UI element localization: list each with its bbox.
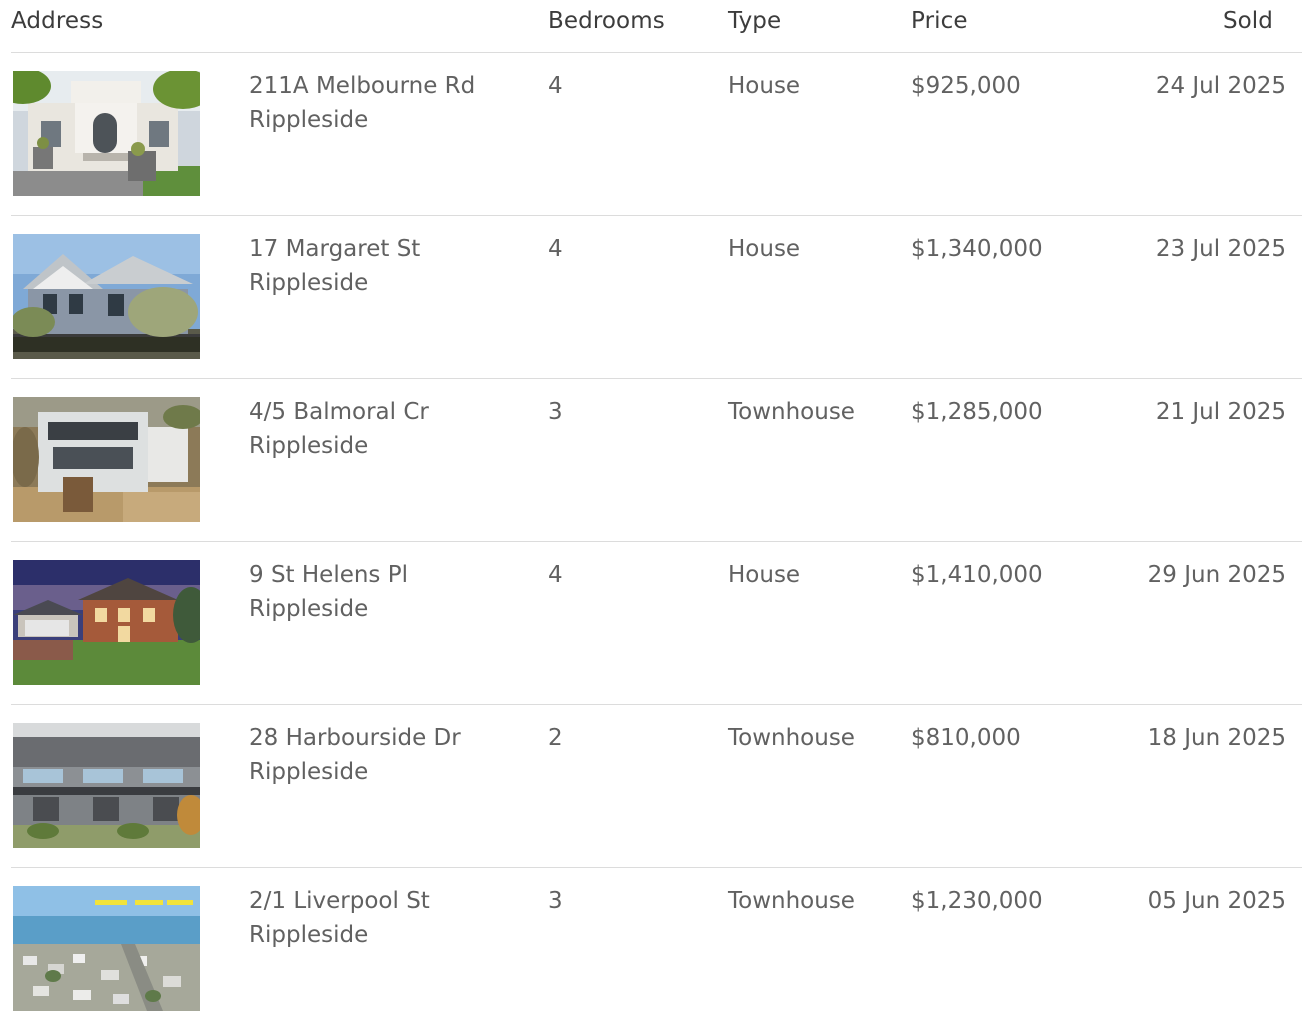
type-value: Townhouse: [728, 725, 855, 751]
column-header-price[interactable]: Price: [911, 8, 968, 34]
street-address[interactable]: 211A Melbourne Rd: [249, 69, 479, 103]
property-photo[interactable]: [13, 397, 200, 522]
bedrooms-value: 3: [548, 399, 563, 425]
address-cell[interactable]: 17 Margaret St Rippleside: [249, 232, 479, 300]
sold-properties-table: Address Bedrooms Type Price Sold 211A Me…: [11, 0, 1302, 1031]
suburb: Rippleside: [249, 107, 369, 133]
bedrooms-value: 4: [548, 236, 563, 262]
sold-date: 23 Jul 2025: [1155, 236, 1286, 262]
price-value: $1,230,000: [911, 888, 1043, 914]
address-cell[interactable]: 2/1 Liverpool St Rippleside: [249, 884, 479, 952]
street-address[interactable]: 4/5 Balmoral Cr: [249, 395, 479, 429]
bedrooms-value: 2: [548, 725, 563, 751]
sold-date: 24 Jul 2025: [1155, 73, 1286, 99]
price-value: $1,340,000: [911, 236, 1043, 262]
street-address[interactable]: 17 Margaret St: [249, 232, 479, 266]
table-row[interactable]: 17 Margaret St Rippleside 4 House $1,340…: [11, 216, 1302, 379]
price-value: $810,000: [911, 725, 1021, 751]
suburb: Rippleside: [249, 922, 369, 948]
table-row[interactable]: 211A Melbourne Rd Rippleside 4 House $92…: [11, 53, 1302, 216]
table-row[interactable]: 4/5 Balmoral Cr Rippleside 3 Townhouse $…: [11, 379, 1302, 542]
bedrooms-value: 4: [548, 73, 563, 99]
property-photo[interactable]: [13, 234, 200, 359]
sold-date: 18 Jun 2025: [1147, 725, 1286, 751]
property-photo[interactable]: [13, 886, 200, 1011]
sold-date: 21 Jul 2025: [1155, 399, 1286, 425]
column-header-sold[interactable]: Sold: [1223, 8, 1273, 34]
column-header-bedrooms[interactable]: Bedrooms: [548, 8, 665, 34]
table-row[interactable]: 28 Harbourside Dr Rippleside 2 Townhouse…: [11, 705, 1302, 868]
address-cell[interactable]: 4/5 Balmoral Cr Rippleside: [249, 395, 479, 463]
property-photo[interactable]: [13, 560, 200, 685]
address-cell[interactable]: 9 St Helens Pl Rippleside: [249, 558, 479, 626]
sold-date: 05 Jun 2025: [1147, 888, 1286, 914]
type-value: House: [728, 562, 801, 588]
street-address[interactable]: 9 St Helens Pl: [249, 558, 479, 592]
column-header-address[interactable]: Address: [11, 8, 103, 34]
table-row[interactable]: 9 St Helens Pl Rippleside 4 House $1,410…: [11, 542, 1302, 705]
suburb: Rippleside: [249, 270, 369, 296]
price-value: $1,410,000: [911, 562, 1043, 588]
suburb: Rippleside: [249, 433, 369, 459]
bedrooms-value: 3: [548, 888, 563, 914]
type-value: Townhouse: [728, 888, 855, 914]
property-photo[interactable]: [13, 71, 200, 196]
street-address[interactable]: 28 Harbourside Dr: [249, 721, 479, 755]
address-cell[interactable]: 28 Harbourside Dr Rippleside: [249, 721, 479, 789]
address-cell[interactable]: 211A Melbourne Rd Rippleside: [249, 69, 479, 137]
price-value: $1,285,000: [911, 399, 1043, 425]
type-value: House: [728, 73, 801, 99]
type-value: Townhouse: [728, 399, 855, 425]
table-row[interactable]: 2/1 Liverpool St Rippleside 3 Townhouse …: [11, 868, 1302, 1031]
property-photo[interactable]: [13, 723, 200, 848]
type-value: House: [728, 236, 801, 262]
table-header: Address Bedrooms Type Price Sold: [11, 0, 1302, 53]
street-address[interactable]: 2/1 Liverpool St: [249, 884, 479, 918]
price-value: $925,000: [911, 73, 1021, 99]
bedrooms-value: 4: [548, 562, 563, 588]
suburb: Rippleside: [249, 759, 369, 785]
column-header-type[interactable]: Type: [728, 8, 781, 34]
sold-date: 29 Jun 2025: [1147, 562, 1286, 588]
suburb: Rippleside: [249, 596, 369, 622]
